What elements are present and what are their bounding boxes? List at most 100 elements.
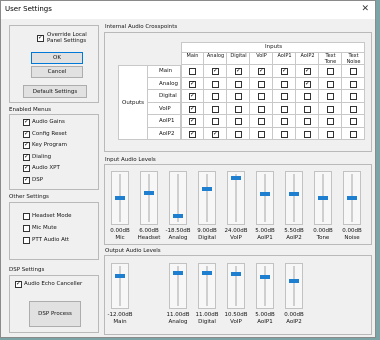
crosspoint-checkbox[interactable] bbox=[281, 118, 288, 125]
crosspoint-checkbox[interactable] bbox=[212, 67, 219, 75]
menu-checkbox[interactable] bbox=[23, 164, 30, 172]
other-checkbox[interactable] bbox=[23, 225, 30, 232]
slider-track bbox=[119, 266, 121, 306]
channel-name: Tone bbox=[316, 235, 330, 241]
crosspoint-checkbox[interactable] bbox=[189, 80, 196, 88]
crosspoint-checkbox[interactable] bbox=[212, 130, 219, 138]
slider-thumb[interactable] bbox=[173, 213, 183, 218]
override-checkbox[interactable] bbox=[37, 34, 44, 42]
slider-thumb[interactable] bbox=[289, 278, 299, 283]
crosspoint-checkbox[interactable] bbox=[327, 80, 334, 88]
channel-name: AoIP1 bbox=[257, 235, 273, 241]
default-settings-button[interactable]: Default Settings bbox=[23, 85, 87, 98]
crosspoint-checkbox[interactable] bbox=[189, 130, 196, 138]
override-label: Override Local Panel Settings bbox=[47, 32, 87, 44]
crosspoint-checkbox[interactable] bbox=[212, 105, 219, 113]
other-label: Mic Mute bbox=[32, 225, 57, 231]
crosspoint-checkbox[interactable] bbox=[304, 80, 311, 88]
menu-label: DSP bbox=[32, 176, 44, 183]
crosspoint-checkbox[interactable] bbox=[281, 93, 288, 100]
crosspoint-checkbox[interactable] bbox=[258, 93, 265, 100]
slider-thumb[interactable] bbox=[202, 271, 212, 276]
crosspoint-checkbox[interactable] bbox=[327, 68, 334, 75]
crosspoint-checkbox[interactable] bbox=[189, 117, 196, 125]
crosspoint-checkbox[interactable] bbox=[304, 105, 311, 113]
menu-checkbox[interactable] bbox=[23, 176, 30, 184]
dsp-process-button[interactable]: DSP Process bbox=[29, 301, 81, 327]
crosspoint-checkbox[interactable] bbox=[235, 105, 242, 113]
dsp-settings-title: DSP Settings bbox=[9, 267, 45, 273]
crosspoint-checkbox[interactable] bbox=[304, 67, 311, 75]
crosspoint-checkbox[interactable] bbox=[350, 130, 357, 138]
crosspoint-checkbox[interactable] bbox=[189, 105, 196, 113]
menu-checkbox[interactable] bbox=[23, 141, 30, 149]
slider-track bbox=[206, 174, 208, 222]
channel-name: Noise bbox=[344, 235, 360, 241]
column-header: Text Tone bbox=[324, 53, 337, 65]
crosspoint-checkbox[interactable] bbox=[235, 118, 242, 125]
column-header: Digital bbox=[230, 53, 247, 59]
echo-canceller-checkbox[interactable] bbox=[15, 280, 22, 288]
crosspoint-checkbox[interactable] bbox=[212, 80, 219, 88]
channel-name: AoIP2 bbox=[286, 319, 302, 325]
crosspoint-checkbox[interactable] bbox=[327, 93, 334, 100]
slider-thumb[interactable] bbox=[289, 191, 299, 196]
crosspoint-checkbox[interactable] bbox=[235, 67, 242, 75]
menu-checkbox[interactable] bbox=[23, 153, 30, 161]
crosspoint-checkbox[interactable] bbox=[189, 92, 196, 100]
crosspoint-checkbox[interactable] bbox=[281, 67, 288, 75]
slider-thumb[interactable] bbox=[260, 275, 270, 279]
crosspoint-checkbox[interactable] bbox=[281, 105, 288, 113]
close-icon[interactable]: ✕ bbox=[361, 4, 369, 14]
crosspoint-checkbox[interactable] bbox=[235, 93, 242, 100]
menu-checkbox[interactable] bbox=[23, 118, 30, 126]
slider-thumb[interactable] bbox=[231, 271, 241, 276]
slider-thumb[interactable] bbox=[318, 196, 328, 200]
menu-label: Audio Gains bbox=[32, 119, 65, 125]
crosspoint-checkbox[interactable] bbox=[212, 118, 219, 125]
crosspoint-checkbox[interactable] bbox=[350, 118, 357, 125]
other-settings-title: Other Settings bbox=[9, 194, 49, 200]
crosspoint-checkbox[interactable] bbox=[258, 105, 265, 113]
menu-label: Key Program bbox=[32, 142, 67, 148]
crosspoint-checkbox[interactable] bbox=[350, 93, 357, 100]
crosspoint-checkbox[interactable] bbox=[304, 130, 311, 138]
slider-thumb[interactable] bbox=[115, 196, 125, 200]
crosspoint-checkbox[interactable] bbox=[281, 130, 288, 138]
crosspoint-checkbox[interactable] bbox=[258, 118, 265, 125]
slider-thumb[interactable] bbox=[260, 191, 270, 196]
slider-thumb[interactable] bbox=[231, 176, 241, 181]
slider-thumb[interactable] bbox=[173, 271, 183, 276]
crosspoint-checkbox[interactable] bbox=[212, 93, 219, 100]
row-header: Digital bbox=[159, 93, 177, 99]
slider-thumb[interactable] bbox=[115, 273, 125, 278]
crosspoint-checkbox[interactable] bbox=[327, 118, 334, 125]
crosspoint-checkbox[interactable] bbox=[327, 130, 334, 138]
other-checkbox[interactable] bbox=[23, 213, 30, 220]
slider-thumb[interactable] bbox=[202, 187, 212, 192]
crosspoint-checkbox[interactable] bbox=[350, 68, 357, 75]
crosspoint-checkbox[interactable] bbox=[327, 105, 334, 113]
cancel-button[interactable]: Cancel bbox=[31, 66, 83, 78]
slider-track bbox=[148, 174, 150, 222]
crosspoint-checkbox[interactable] bbox=[189, 68, 196, 75]
column-header: AoIP2 bbox=[300, 53, 315, 59]
crosspoint-checkbox[interactable] bbox=[304, 93, 311, 100]
slider-thumb[interactable] bbox=[144, 190, 154, 195]
crosspoint-checkbox[interactable] bbox=[258, 80, 265, 88]
other-checkbox[interactable] bbox=[23, 237, 30, 244]
crosspoint-checkbox[interactable] bbox=[235, 80, 242, 88]
crosspoint-checkbox[interactable] bbox=[350, 80, 357, 88]
ok-button[interactable]: OK bbox=[31, 52, 83, 64]
crosspoint-checkbox[interactable] bbox=[281, 80, 288, 88]
level-value: 10.50dB bbox=[224, 312, 248, 318]
column-header: Analog bbox=[206, 53, 225, 59]
menu-checkbox[interactable] bbox=[23, 130, 30, 138]
crosspoint-checkbox[interactable] bbox=[258, 130, 265, 138]
crosspoint-checkbox[interactable] bbox=[350, 105, 357, 113]
crosspoint-checkbox[interactable] bbox=[235, 130, 242, 138]
level-value: 0.00dB bbox=[110, 228, 130, 234]
slider-thumb[interactable] bbox=[347, 196, 357, 200]
crosspoint-checkbox[interactable] bbox=[304, 118, 311, 125]
crosspoint-checkbox[interactable] bbox=[258, 67, 265, 75]
